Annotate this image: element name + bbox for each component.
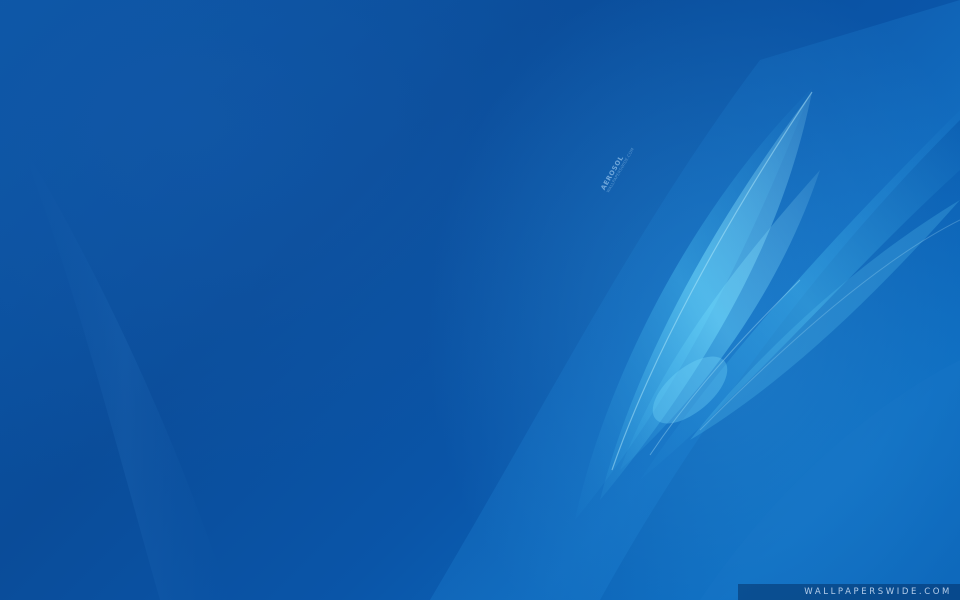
- desktop-wallpaper: AEROSOL WALLPAPERSWIDE.COM WALLPAPERSWID…: [0, 0, 960, 600]
- left-curve: [20, 140, 230, 600]
- watermark-text: WALLPAPERSWIDE.COM: [804, 587, 952, 597]
- wallpaper-artwork: [20, 0, 960, 600]
